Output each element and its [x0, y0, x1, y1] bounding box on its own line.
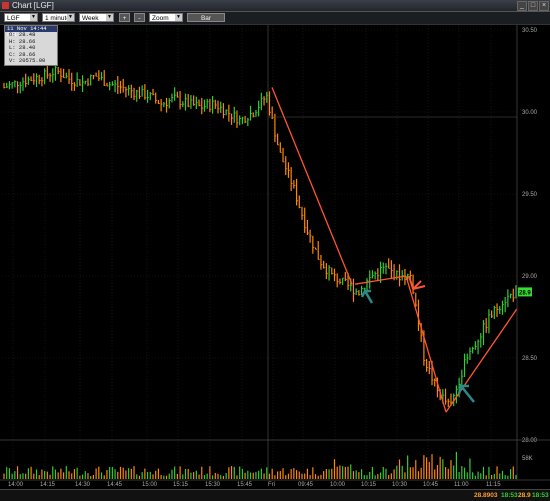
time-axis-label: 11:15	[486, 482, 501, 488]
trendline-up	[445, 308, 518, 413]
time-axis-label: 14:15	[40, 482, 56, 488]
arrow-up-icon	[360, 288, 374, 304]
trendline-down-2	[405, 275, 447, 413]
price-chart[interactable]: 30.50 30.00 29.50 29.00 28.50 28.00 14:00 14:15…	[0, 0, 550, 500]
price-axis-label: 30.50	[522, 28, 538, 34]
time-axis-label: Fri	[268, 482, 275, 488]
price-axis-label: 29.00	[522, 274, 538, 280]
time-axis-label: 14:45	[107, 482, 123, 488]
status-price: 28.9	[518, 492, 531, 499]
price-axis-label: 30.00	[522, 110, 538, 116]
status-right: 18:53	[532, 492, 549, 499]
info-volume: V: 20575.00	[9, 57, 46, 65]
trend-annotations	[271, 87, 518, 413]
chart-grid	[2, 25, 517, 480]
arrow-up-icon	[457, 383, 475, 403]
time-axis-label: 15:15	[173, 482, 189, 488]
price-axis-label: 28.50	[522, 356, 538, 362]
time-axis-label: 11:00	[454, 482, 469, 488]
time-axis-label: 14:00	[8, 482, 24, 488]
last-price-label: 28.9	[519, 290, 531, 296]
status-left: 28.8903	[474, 492, 498, 499]
status-bar: 28.8903 18:53 28.9 18:53	[0, 489, 550, 501]
volume-axis-label: 58K	[522, 456, 533, 462]
volume-bars	[3, 451, 517, 479]
time-axis-label: 10:30	[392, 482, 408, 488]
time-axis-label: 15:30	[205, 482, 221, 488]
status-mid: 18:53	[501, 492, 518, 499]
time-axis-label: 14:30	[75, 482, 91, 488]
price-axis-label: 28.00	[522, 438, 538, 444]
price-axis-label: 29.50	[522, 192, 538, 198]
time-axis-label: 15:45	[237, 482, 253, 488]
time-axis-label: 15:00	[142, 482, 158, 488]
time-axis-label: 10:00	[330, 482, 346, 488]
ohlc-info-panel: 11 Nov 14:44 Fri O: 28.48 H: 28.66 L: 28…	[4, 25, 58, 66]
time-axis-label: 09:45	[298, 482, 314, 488]
time-axis-label: 10:45	[423, 482, 439, 488]
time-axis-label: 10:15	[361, 482, 377, 488]
arrow-down-icon	[408, 275, 426, 290]
